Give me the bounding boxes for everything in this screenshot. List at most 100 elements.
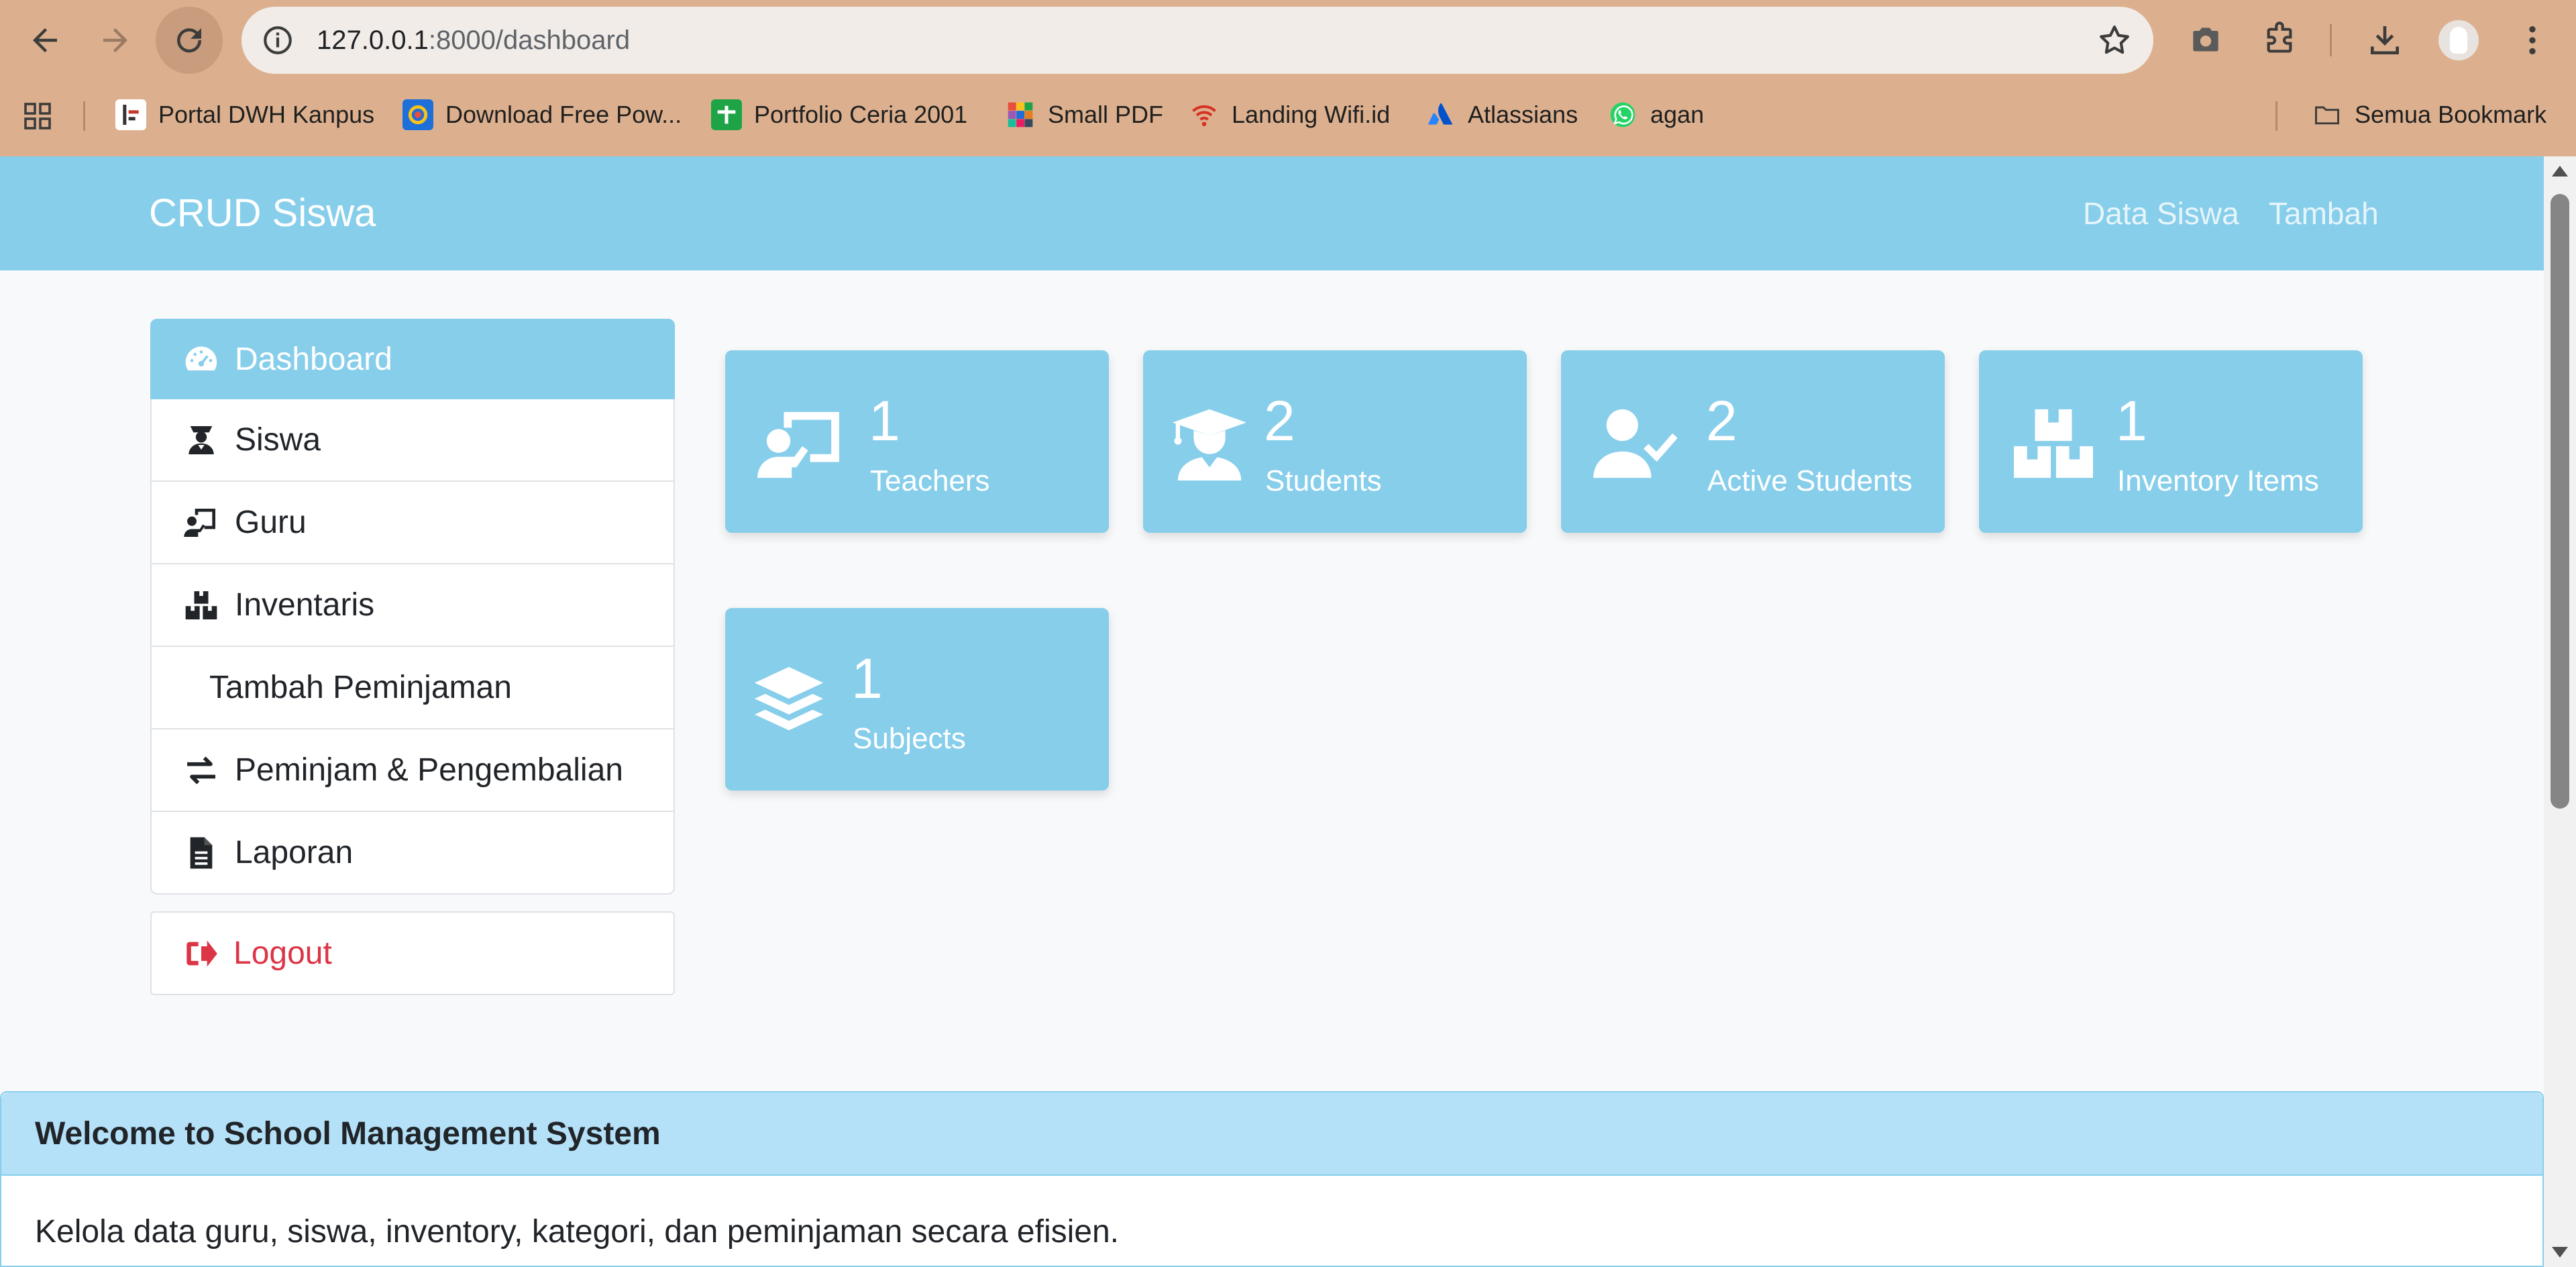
toolbar-separator [2330, 24, 2332, 56]
bookmark-portfolio[interactable]: Portfolio Ceria 2001 [711, 96, 967, 134]
profile-avatar[interactable] [2438, 20, 2479, 60]
logout-button[interactable]: Logout [150, 911, 675, 995]
all-bookmarks-label: Semua Bookmark [2355, 101, 2547, 128]
atlassian-favicon [1425, 99, 1456, 130]
sidebar-item-guru[interactable]: Guru [150, 482, 675, 564]
bookmark-atlassians[interactable]: Atlassians [1425, 96, 1578, 134]
stat-card-active-students[interactable]: 2 Active Students [1561, 350, 1945, 533]
arrow-left-icon [33, 28, 57, 52]
url-path: :8000/dashboard [428, 26, 631, 55]
back-button[interactable] [11, 7, 78, 74]
stat-card-subjects[interactable]: 1 Subjects [725, 608, 1109, 791]
download-favicon [402, 99, 433, 130]
screenshot-icon[interactable] [2182, 17, 2229, 64]
bookmark-portal-dwh[interactable]: Portal DWH Kanpus [115, 96, 374, 134]
stat-label: Subjects [853, 722, 966, 755]
page-scrollbar[interactable] [2544, 156, 2576, 1267]
browser-chrome: 127.0.0.1:8000/dashboard Portal DWH Kanp… [0, 0, 2576, 156]
portal-favicon [115, 99, 146, 130]
sidebar-item-siswa[interactable]: Siswa [150, 399, 675, 482]
sidebar-item-label: Inventaris [235, 587, 375, 623]
bookmark-label: Landing Wifi.id [1232, 101, 1391, 128]
url-host: 127.0.0.1 [317, 26, 429, 55]
stat-value: 2 [1264, 389, 1295, 452]
graduate-icon [1167, 407, 1252, 480]
bookmark-label: agan [1650, 101, 1705, 128]
nav-link-tambah[interactable]: Tambah [2269, 156, 2379, 270]
sidebar-item-label: Tambah Peminjaman [209, 670, 512, 705]
stat-card-teachers[interactable]: 1 Teachers [725, 350, 1109, 533]
sidebar-item-tambah-peminjaman[interactable]: Tambah Peminjaman [150, 647, 675, 729]
reload-button[interactable] [156, 7, 223, 74]
welcome-card: Welcome to School Management System Kelo… [0, 1091, 2544, 1267]
sidebar-item-label: Siswa [235, 422, 321, 458]
sidebar-item-label: Guru [235, 505, 307, 540]
url-text[interactable]: 127.0.0.1:8000/dashboard [317, 7, 630, 74]
teacher-icon [757, 407, 842, 480]
sidebar-item-inventaris[interactable]: Inventaris [150, 564, 675, 647]
navbar-brand[interactable]: CRUD Siswa [149, 156, 376, 270]
extensions-icon[interactable] [2256, 17, 2303, 64]
sidebar-item-dashboard[interactable]: Dashboard [150, 319, 675, 399]
stat-card-inventory-items[interactable]: 1 Inventory Items [1979, 350, 2363, 533]
stat-label: Teachers [870, 464, 990, 497]
welcome-text: Kelola data guru, siswa, inventory, kate… [35, 1214, 1119, 1250]
bookmarks-bar: Portal DWH Kanpus Download Free Pow... P… [0, 89, 2576, 140]
wifi-favicon [1189, 99, 1220, 130]
sidebar-item-label: Dashboard [235, 341, 392, 377]
arrow-right-icon [103, 28, 127, 52]
smallpdf-favicon [1005, 99, 1036, 130]
bookmark-download-free[interactable]: Download Free Pow... [402, 96, 682, 134]
boxes-icon [180, 587, 223, 624]
stat-card-students[interactable]: 2 Students [1143, 350, 1527, 533]
sidebar-item-label: Laporan [235, 835, 354, 870]
bookmark-label: Download Free Pow... [445, 101, 682, 128]
folder-icon [2312, 99, 2343, 130]
page-content: CRUD Siswa Data Siswa Tambah Dashboard S… [0, 156, 2544, 1267]
bookmark-landing-wifi[interactable]: Landing Wifi.id [1189, 96, 1390, 134]
forward-button[interactable] [82, 7, 149, 74]
boxes-icon [2011, 407, 2096, 480]
sidebar-item-label: Peminjam & Pengembalian [235, 752, 623, 788]
welcome-title: Welcome to School Management System [1, 1093, 2542, 1176]
apps-grid-icon[interactable] [21, 100, 54, 132]
scroll-up-arrow-icon[interactable] [2552, 166, 2568, 176]
exchange-icon [180, 752, 223, 789]
menu-kebab-icon[interactable] [2509, 17, 2556, 64]
site-info-icon[interactable] [258, 20, 298, 60]
logout-label: Logout [233, 935, 332, 971]
document-icon [180, 834, 223, 872]
download-icon[interactable] [2361, 17, 2408, 64]
scroll-down-arrow-icon[interactable] [2552, 1247, 2568, 1258]
bookmarks-separator [2275, 101, 2277, 131]
stat-value: 1 [851, 647, 883, 710]
bookmark-label: Portfolio Ceria 2001 [754, 101, 968, 128]
reload-icon [177, 28, 202, 53]
bookmark-star-icon[interactable] [2096, 21, 2133, 59]
sidebar-menu: Dashboard Siswa Guru Inventaris Tambah P… [150, 319, 675, 895]
bookmark-small-pdf[interactable]: Small PDF [1005, 96, 1163, 134]
portfolio-favicon [711, 99, 742, 130]
sidebar-item-peminjam-pengembalian[interactable]: Peminjam & Pengembalian [150, 729, 675, 812]
stat-value: 1 [869, 389, 900, 452]
stat-label: Active Students [1707, 464, 1913, 497]
bookmarks-separator [83, 101, 85, 131]
all-bookmarks-folder[interactable]: Semua Bookmark [2312, 96, 2546, 134]
bookmark-label: Portal DWH Kanpus [158, 101, 375, 128]
teacher-icon [180, 504, 223, 542]
stat-label: Inventory Items [2117, 464, 2319, 497]
stat-label: Students [1265, 464, 1382, 497]
layers-icon [752, 664, 826, 738]
sidebar-item-laporan[interactable]: Laporan [150, 812, 675, 895]
bookmark-label: Atlassians [1468, 101, 1578, 128]
bookmark-label: Small PDF [1048, 101, 1164, 128]
sign-out-icon [181, 935, 221, 972]
stat-value: 1 [2116, 389, 2147, 452]
app-navbar: CRUD Siswa Data Siswa Tambah [0, 156, 2544, 270]
scrollbar-thumb[interactable] [2551, 194, 2569, 809]
address-bar[interactable]: 127.0.0.1:8000/dashboard [241, 7, 2153, 74]
bookmark-agan[interactable]: agan [1607, 96, 1704, 134]
nav-link-data-siswa[interactable]: Data Siswa [2083, 156, 2239, 270]
whatsapp-favicon [1607, 99, 1638, 130]
user-check-icon [1593, 407, 1678, 480]
